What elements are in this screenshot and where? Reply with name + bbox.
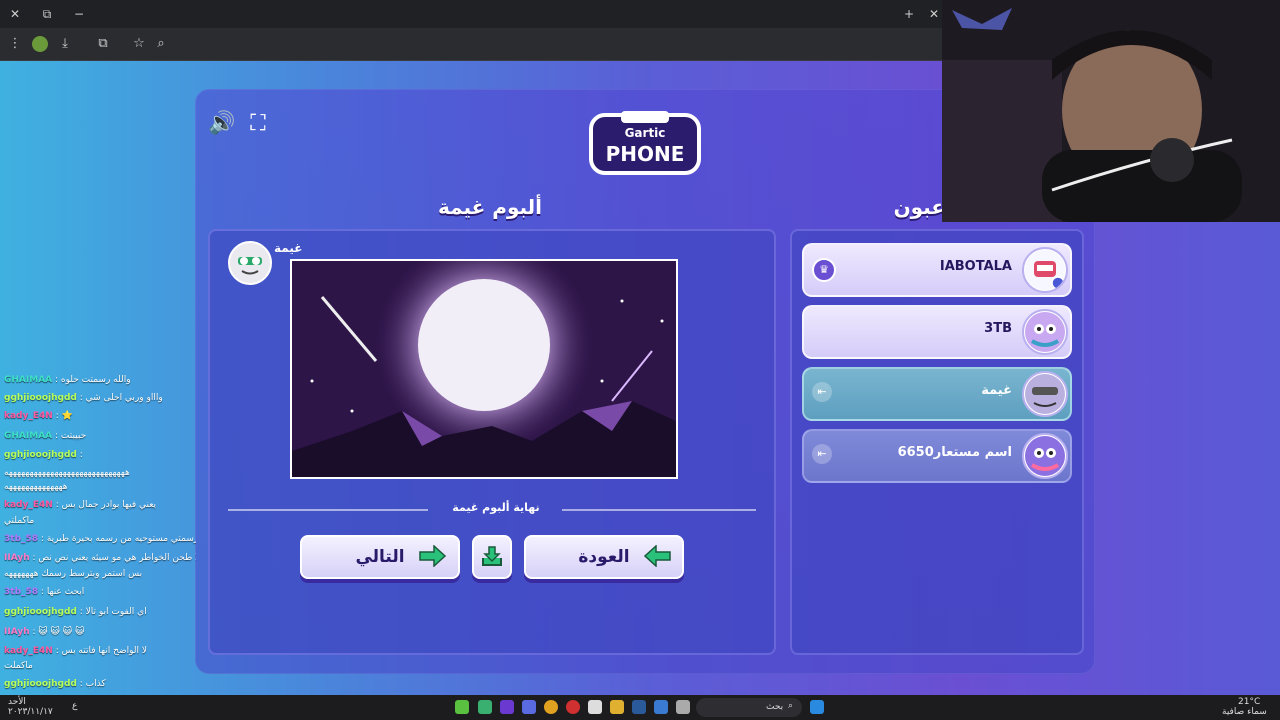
weather-temp: 21°C [1238, 697, 1261, 707]
clock-day: الأحد [8, 697, 26, 707]
chat-message: ماكملتي [4, 516, 35, 526]
search-placeholder: بحث [766, 702, 784, 712]
app-icon[interactable] [566, 700, 580, 714]
chat-message: بس استمر وبترسط رسمك هههههههه [4, 569, 143, 579]
store-icon[interactable] [588, 700, 602, 714]
chrome-icon[interactable] [544, 700, 558, 714]
chat-message: هههههههههههههههههههههههههههههه [4, 468, 130, 478]
twitch-icon[interactable] [500, 700, 514, 714]
player-row[interactable]: ⇤ اسم مستعار6650 [802, 429, 1072, 483]
player-avatar [1022, 371, 1068, 417]
weather-text: سماء صافية [1222, 707, 1267, 717]
chat-message: gghjiooojhgdd : [4, 450, 83, 460]
player-name: 3TB [984, 321, 1012, 336]
fullscreen-icon[interactable]: ⛶ [243, 109, 273, 139]
player-row[interactable]: ⇤ غيمة [802, 367, 1072, 421]
close-tab-icon[interactable]: ✕ [925, 5, 943, 23]
new-tab-icon[interactable]: + [900, 5, 918, 23]
search-icon: ⌕ [788, 701, 794, 711]
clock-date: ٢٠٢٣/١١/١٧ [8, 707, 53, 717]
chat-message: gghjiooojhgdd : كذاب [4, 679, 106, 689]
profile-icon[interactable] [32, 36, 48, 52]
chat-message: GHAIMAA : والله رسمتت حلوه [4, 375, 131, 385]
svg-text:PHONE: PHONE [606, 142, 685, 166]
extensions-icon[interactable]: ⧉ [94, 35, 112, 53]
webcam-overlay [942, 0, 1280, 222]
player-row[interactable]: 3TB [802, 305, 1072, 359]
arrow-left-icon [644, 545, 671, 567]
stream-chat: GHAIMAA : والله رسمتت حلوه gghjiooojhgdd… [0, 372, 200, 690]
album-title: ألبوم غيمة [437, 195, 543, 219]
player-name: IABOTALA [939, 259, 1012, 274]
tabs-icon[interactable]: ⧉ [38, 5, 56, 23]
gartic-phone-logo: Gartic PHONE [589, 111, 701, 175]
player-avatar [1022, 247, 1068, 293]
download-icon[interactable]: ⤓ [56, 35, 74, 53]
close-window-icon[interactable]: ✕ [6, 5, 24, 23]
player-avatar [1022, 309, 1068, 355]
discord-icon[interactable] [522, 700, 536, 714]
bookmark-icon[interactable]: ☆ [130, 35, 148, 53]
chat-message: IIAyh : 😺 😺 😺 😺 [4, 627, 85, 637]
players-title: عبون [893, 195, 945, 219]
author-name: غيمة [274, 241, 303, 255]
back-button[interactable]: العودة [524, 535, 684, 579]
divider-left [228, 509, 428, 511]
kick-icon[interactable]: ⇤ [812, 444, 832, 464]
back-label: العودة [578, 547, 630, 567]
chat-message: kady_E4N : ⭐ [4, 411, 73, 421]
next-label: التالي [355, 547, 405, 567]
task-view-icon[interactable] [676, 700, 690, 714]
sound-icon[interactable]: 🔊 [207, 109, 237, 139]
svg-text:Gartic: Gartic [625, 126, 666, 140]
next-button[interactable]: التالي [300, 535, 460, 579]
edge-icon[interactable] [654, 700, 668, 714]
author-avatar [228, 241, 272, 285]
kick-icon[interactable]: ⇤ [812, 382, 832, 402]
taskbar-app-icon[interactable] [455, 700, 469, 714]
chat-message: gghjiooojhgdd : اي الفوت ابو تالا [4, 607, 147, 617]
minimize-icon[interactable]: − [70, 5, 88, 23]
chat-message: GHAIMAA : حبيبتت [4, 431, 87, 441]
os-taskbar: الأحد ٢٠٢٣/١١/١٧ ع بحث ⌕ 21°C سماء صافية [0, 695, 1280, 720]
player-row[interactable]: ♛ IABOTALA [802, 243, 1072, 297]
chat-message: kady_E4N : لا الواضح انها فاتته بس [4, 646, 147, 656]
download-icon [482, 546, 502, 566]
album-end-text: نهاية ألبوم غيمة [452, 501, 540, 514]
chat-message: kady_E4N : يعني فيها بوادر جمال بس [4, 500, 157, 510]
players-panel: ♛ IABOTALA 3TB ⇤ غيمة ⇤ اسم مستعار6650 [790, 229, 1084, 655]
search-icon[interactable]: ⌕ [152, 35, 170, 53]
player-name: اسم مستعار6650 [897, 445, 1012, 460]
chat-message: ماكملت [4, 661, 33, 671]
download-album-button[interactable] [472, 535, 512, 579]
steam-icon[interactable] [632, 700, 646, 714]
chat-message: gghjiooojhgdd : واااو وربي احلى شي [4, 393, 163, 403]
player-name: غيمة [981, 383, 1012, 398]
file-explorer-icon[interactable] [610, 700, 624, 714]
language-indicator[interactable]: ع [72, 701, 77, 711]
windows-start-icon[interactable] [810, 700, 824, 714]
chat-message: 3tb_58 : ابحث عنها [4, 587, 85, 597]
chat-message: ههههههههههههههه [4, 482, 68, 492]
xbox-icon[interactable] [478, 700, 492, 714]
divider-right [562, 509, 756, 511]
album-drawing [290, 259, 678, 479]
menu-icon[interactable]: ⋮ [6, 35, 24, 53]
player-avatar [1022, 433, 1068, 479]
taskbar-search[interactable]: بحث ⌕ [696, 698, 802, 717]
chat-message: 3tb_58 : رسمتي مستوحيه من رسمه بحيرة طبر… [4, 534, 196, 544]
album-panel: غيمة نهاية ألبوم غيمة التالي العودة [208, 229, 776, 655]
arrow-right-icon [419, 545, 446, 567]
chat-message: IIAyh : لالا طحن الخواطر هي مو سيئه يعني… [4, 553, 196, 563]
